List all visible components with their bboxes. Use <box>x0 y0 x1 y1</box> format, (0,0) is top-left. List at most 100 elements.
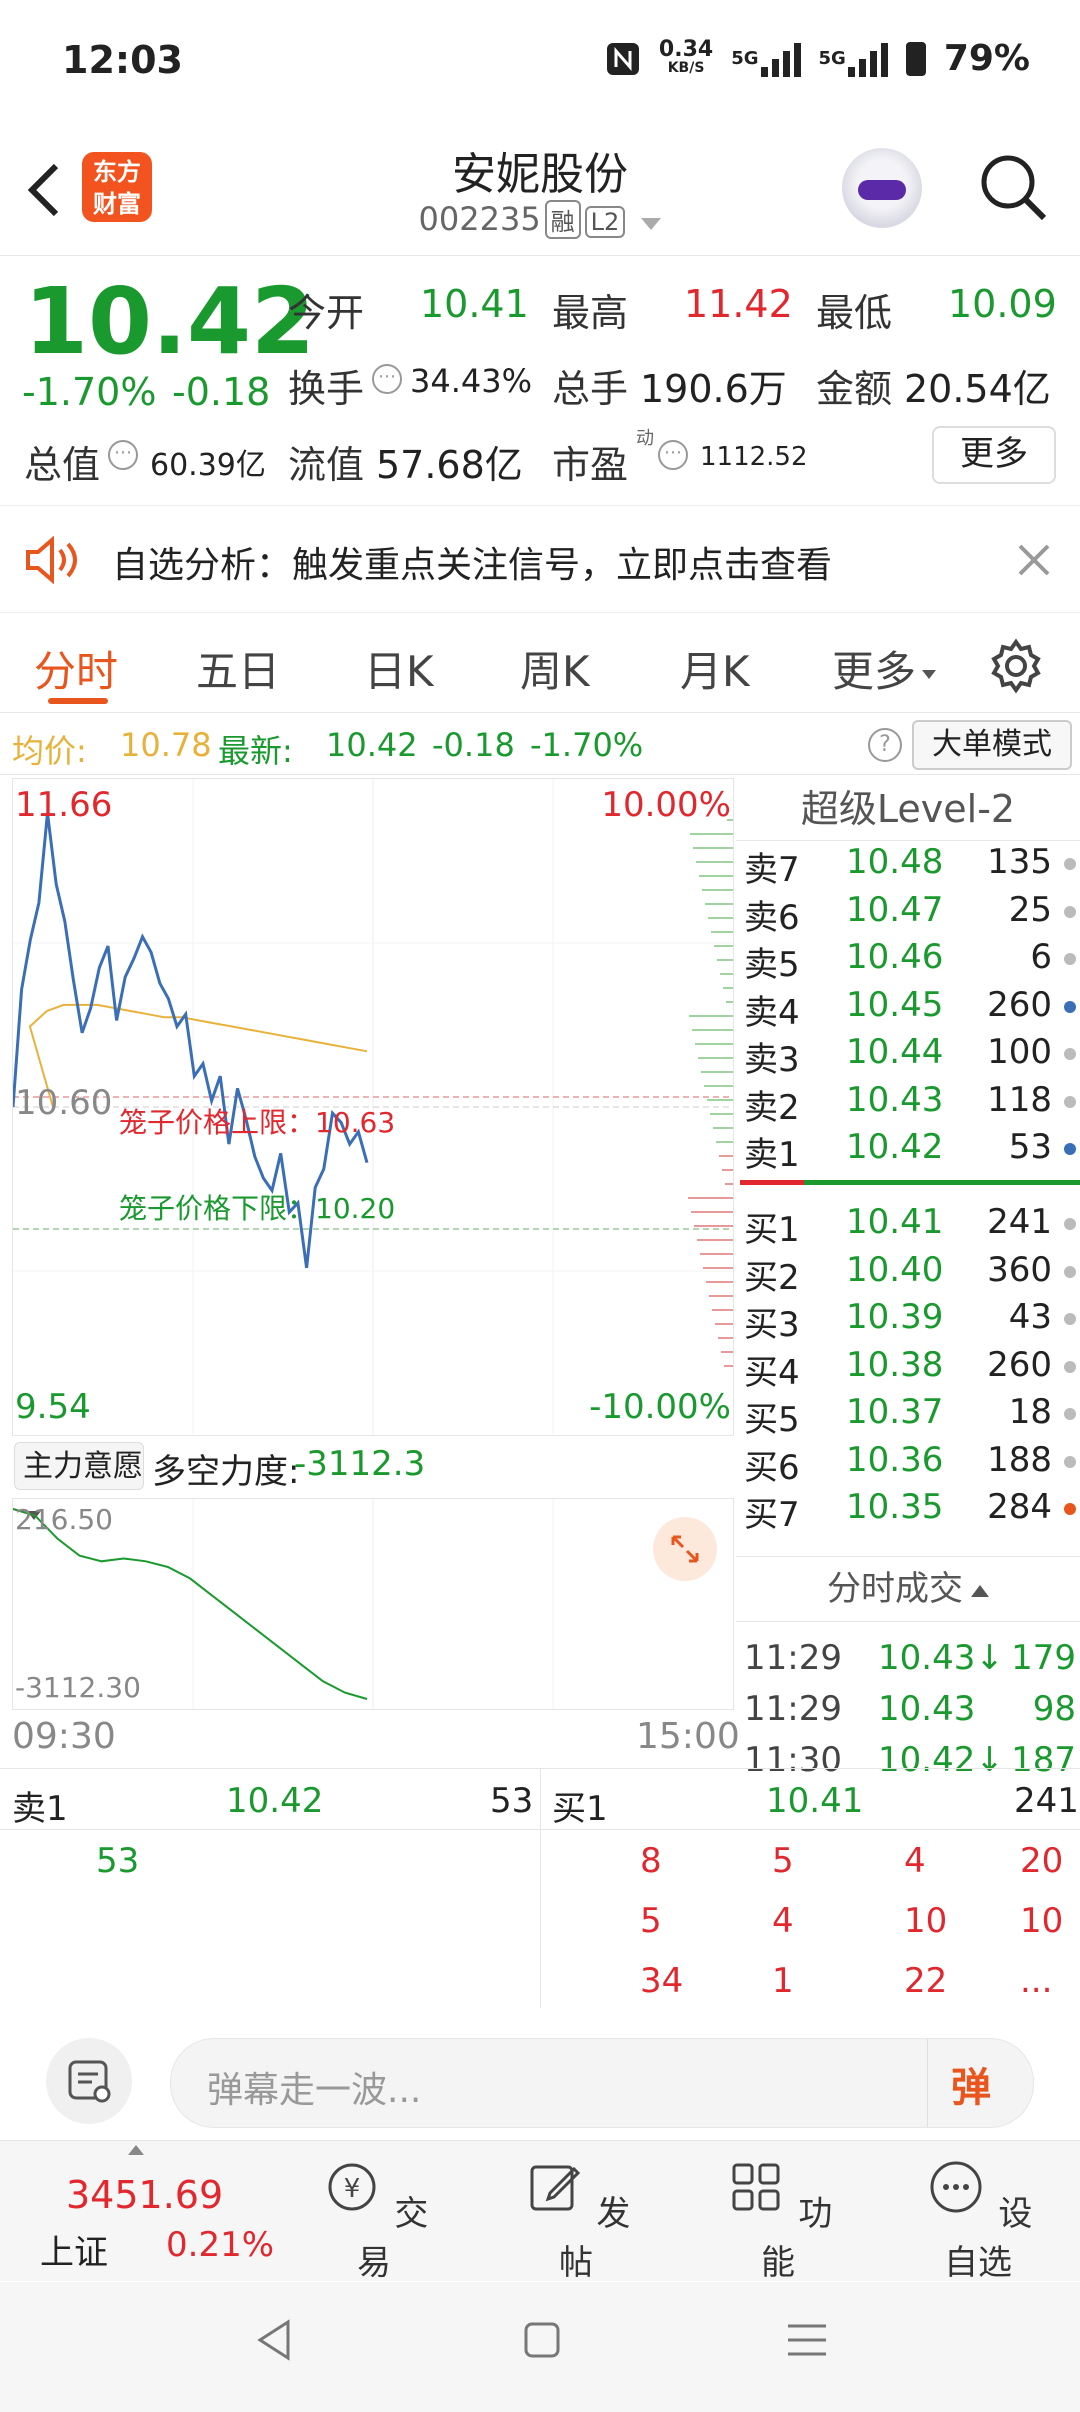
svg-text:¥: ¥ <box>343 2174 360 2204</box>
depth-bar <box>692 1029 733 1031</box>
bid-row[interactable]: 买2 10.40 360 <box>744 1250 1080 1298</box>
tab-intraday[interactable]: 分时 <box>34 638 118 699</box>
tab-daily-k[interactable]: 日K <box>364 638 434 699</box>
bid-row[interactable]: 买1 10.41 241 <box>744 1202 1080 1250</box>
ask-level: 卖4 <box>744 992 800 1033</box>
ask-row[interactable]: 卖5 10.46 6 <box>744 937 1080 985</box>
pct-bottom-label: -10.00% <box>589 1387 731 1427</box>
search-icon[interactable] <box>976 150 1052 226</box>
more-button[interactable]: 更多 <box>932 426 1056 484</box>
queue-buy-order: 8 <box>640 1841 662 1881</box>
danmu-input[interactable]: 弹幕走一波... 弹 <box>170 2038 1034 2128</box>
bid-dot <box>1064 1265 1076 1278</box>
bid-volume: 188 <box>987 1439 1052 1480</box>
ticks-title[interactable]: 分时成交 <box>736 1556 1080 1622</box>
menu-lines-icon[interactable] <box>786 2320 828 2360</box>
settings-gear-icon[interactable] <box>988 638 1044 694</box>
index-widget[interactable]: 3451.69 上证 0.21% <box>0 2141 274 2281</box>
y-mid-label: 10.60 <box>15 1083 113 1123</box>
depth-bar <box>702 889 733 891</box>
bid-level: 买3 <box>744 1305 800 1345</box>
tab-monthly-k[interactable]: 月K <box>680 638 750 699</box>
info-icon[interactable]: ⋯ <box>372 364 402 394</box>
ask-volume: 25 <box>1008 889 1052 930</box>
bid-level: 买5 <box>744 1400 800 1440</box>
bid-volume: 360 <box>987 1249 1052 1290</box>
stock-code-row[interactable]: 002235 融 L2 <box>0 200 1080 239</box>
tick-row: 11:29 10.43↓ 179 <box>744 1638 1080 1686</box>
nav-post[interactable]: 发帖 <box>506 2155 646 2284</box>
bid-row[interactable]: 买7 10.35 284 <box>744 1487 1080 1535</box>
danmu-placeholder: 弹幕走一波... <box>207 2070 422 2111</box>
volume-value: 190.6万 <box>640 367 787 411</box>
margin-tag: 融 <box>544 200 581 239</box>
status-time: 12:03 <box>62 38 183 82</box>
robot-avatar-icon[interactable] <box>842 148 922 228</box>
notice-text: 自选分析：触发重点关注信号，立即点击查看 <box>112 545 833 586</box>
dropdown-icon[interactable] <box>641 218 662 230</box>
sub-bottom-label: -3112.30 <box>15 1671 141 1704</box>
indicator-selector[interactable]: 主力意愿 <box>14 1442 144 1520</box>
battery-text: 79% <box>943 38 1030 79</box>
tick-time: 11:29 <box>744 1689 842 1729</box>
bid-dot <box>1064 1455 1076 1468</box>
index-pct: 0.21% <box>166 2225 275 2265</box>
notice-bar[interactable]: 自选分析：触发重点关注信号，立即点击查看 <box>0 505 1080 613</box>
upper-cage-label: 笼子价格上限：10.63 <box>119 1106 396 1139</box>
tab-more[interactable]: 更多 <box>832 638 937 699</box>
bid-row[interactable]: 买4 10.38 260 <box>744 1345 1080 1393</box>
comment-settings-icon[interactable] <box>46 2038 132 2124</box>
nav-trade[interactable]: ¥ 交易 <box>304 2155 444 2284</box>
ask-row[interactable]: 卖1 10.42 53 <box>744 1127 1080 1175</box>
ask-dot <box>1064 1048 1076 1060</box>
back-triangle-icon[interactable] <box>254 2318 294 2362</box>
sub-indicator-chart[interactable]: 216.50 -3112.30 <box>12 1498 734 1710</box>
edit-icon <box>530 2165 580 2211</box>
volume-label: 总手 <box>552 367 629 411</box>
turnover-label: 换手 <box>288 367 365 411</box>
ask-dot <box>1064 1000 1076 1013</box>
ask-row[interactable]: 卖4 10.45 260 <box>744 985 1080 1033</box>
status-icons: 0.34 KB/S 5G 5G 79% <box>605 38 1030 79</box>
home-square-icon[interactable] <box>522 2320 562 2360</box>
orderbook-title: 超级Level-2 <box>736 778 1080 841</box>
bid-dot <box>1064 1503 1076 1515</box>
bid-volume: 241 <box>987 1202 1052 1242</box>
nav-add-watchlist[interactable]: 设自选 <box>908 2155 1048 2284</box>
help-icon[interactable]: ? <box>868 728 902 762</box>
ask-dot <box>1064 953 1076 965</box>
ask-volume: 100 <box>987 1032 1052 1072</box>
pe-sup: 动 <box>636 428 654 449</box>
tab-5day[interactable]: 五日 <box>196 638 280 699</box>
depth-bar <box>721 1351 733 1353</box>
ask-row[interactable]: 卖7 10.48 135 <box>744 842 1080 890</box>
bid-row[interactable]: 买6 10.36 188 <box>744 1440 1080 1488</box>
info-icon[interactable]: ⋯ <box>658 440 688 470</box>
ask-volume: 135 <box>987 842 1052 882</box>
queue-divider <box>540 1769 541 2009</box>
signal-1: 5G <box>731 41 801 77</box>
depth-bar <box>706 1281 733 1283</box>
expand-icon[interactable] <box>653 1517 717 1581</box>
danmu-toggle-icon[interactable]: 弹 <box>951 2055 991 2113</box>
close-icon[interactable] <box>1016 542 1052 578</box>
big-order-mode-button[interactable]: 大单模式 <box>912 720 1072 770</box>
ask-row[interactable]: 卖6 10.47 25 <box>744 890 1080 938</box>
bid-row[interactable]: 买3 10.39 43 <box>744 1297 1080 1345</box>
intraday-chart[interactable]: 11.66 10.60 9.54 10.00% -10.00% 笼子价格上限：1… <box>12 778 734 1436</box>
depth-bar <box>714 945 733 947</box>
info-icon[interactable]: ⋯ <box>108 440 138 470</box>
ask-row[interactable]: 卖2 10.43 118 <box>744 1080 1080 1128</box>
tab-weekly-k[interactable]: 周K <box>520 638 590 699</box>
queue-buy-order: 4 <box>904 1841 926 1881</box>
caret-up-icon <box>128 2145 144 2155</box>
stock-header: 东方 财富 安妮股份 002235 融 L2 <box>0 120 1080 256</box>
depth-bar <box>701 1071 733 1073</box>
bid-level: 买7 <box>744 1495 800 1535</box>
ask-level: 卖2 <box>744 1087 800 1128</box>
nav-functions[interactable]: 功能 <box>708 2155 848 2284</box>
order-queue-table: 卖1 10.42 53 买1 10.41 241 53 8 5 4 20 5 4 10 10 3… <box>0 1768 1080 2010</box>
ask-row[interactable]: 卖3 10.44 100 <box>744 1032 1080 1080</box>
bid-row[interactable]: 买5 10.37 18 <box>744 1392 1080 1440</box>
ask-price: 10.44 <box>846 1032 944 1072</box>
